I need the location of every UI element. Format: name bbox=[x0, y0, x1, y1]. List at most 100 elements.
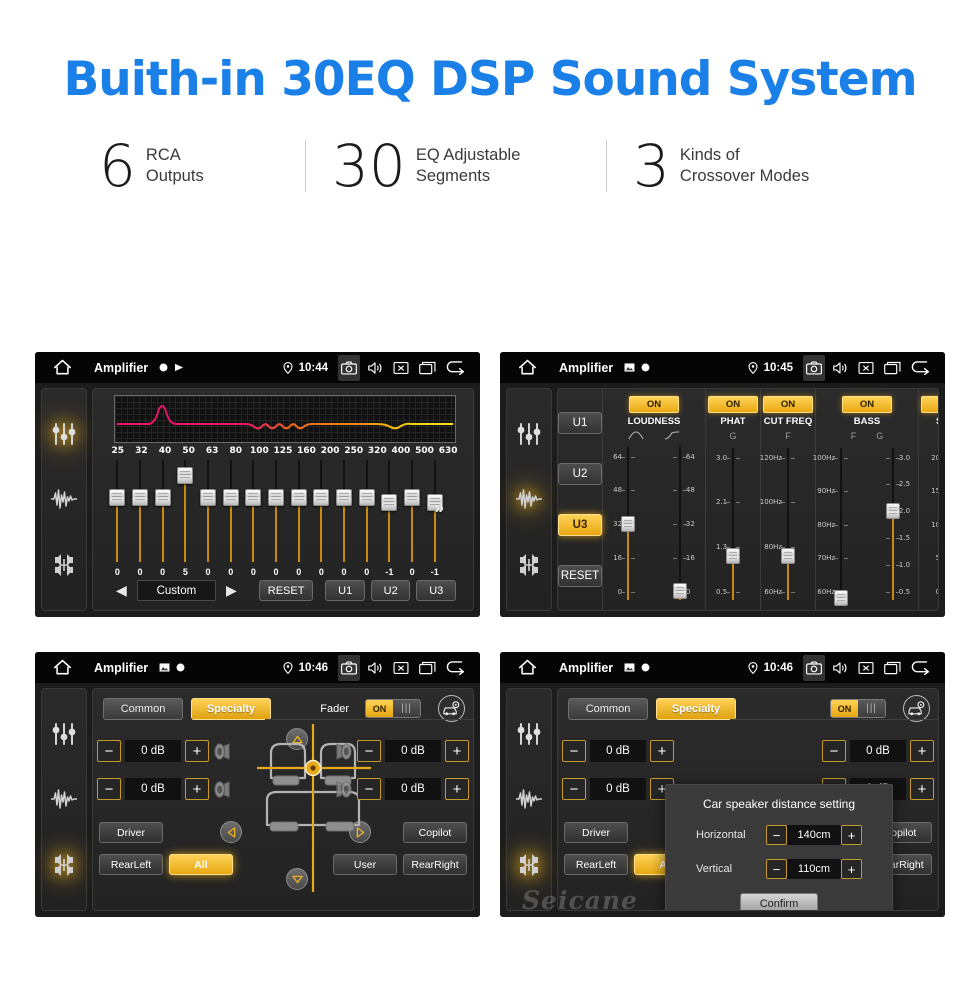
crossover-slider-knob[interactable] bbox=[886, 503, 900, 520]
minus-button[interactable]: − bbox=[766, 859, 787, 879]
eq-band-knob[interactable] bbox=[268, 489, 285, 507]
eq-band-knob[interactable] bbox=[132, 489, 148, 507]
waveform-icon[interactable] bbox=[50, 488, 78, 510]
toggle-bass[interactable]: ON bbox=[842, 396, 892, 413]
crossover-slider[interactable]: 120Hz 100Hz 80Hz 60Hz bbox=[760, 444, 811, 604]
tab-specialty[interactable]: Specialty bbox=[191, 697, 271, 720]
crossover-slider[interactable]: 100Hz 90Hz 80Hz 70Hz 60Hz bbox=[813, 444, 864, 606]
plus-button[interactable]: + bbox=[910, 778, 934, 800]
preset-u2-button[interactable]: U2 bbox=[370, 580, 411, 601]
preset-u3-button[interactable]: U3 bbox=[416, 580, 456, 601]
camera-icon[interactable] bbox=[803, 354, 825, 381]
eq-band[interactable]: 0 bbox=[355, 458, 378, 577]
preset-prev-button[interactable]: ◀ bbox=[112, 582, 131, 599]
crossover-slider-knob[interactable] bbox=[781, 548, 795, 564]
eq-band-slider[interactable] bbox=[313, 458, 330, 564]
position-copilot-button[interactable]: Copilot bbox=[403, 822, 467, 843]
tab-common[interactable]: Common bbox=[103, 697, 183, 720]
balance-icon[interactable] bbox=[51, 553, 77, 577]
eq-band-slider[interactable] bbox=[290, 458, 307, 564]
plus-button[interactable]: + bbox=[445, 778, 469, 800]
plus-button[interactable]: + bbox=[841, 859, 862, 879]
fader-toggle[interactable]: ON ||| bbox=[830, 699, 886, 718]
preset-name[interactable]: Custom bbox=[136, 580, 216, 601]
toggle-loudness[interactable]: ON bbox=[629, 396, 679, 413]
camera-icon[interactable] bbox=[338, 654, 360, 681]
balance-icon[interactable] bbox=[51, 853, 77, 877]
eq-band-slider[interactable] bbox=[109, 458, 126, 564]
eq-band-knob[interactable] bbox=[313, 489, 330, 507]
preset-u2-button[interactable]: U2 bbox=[558, 462, 602, 485]
volume-icon[interactable] bbox=[364, 355, 386, 381]
crossover-slider-knob[interactable] bbox=[726, 548, 740, 564]
reset-button[interactable]: RESET bbox=[258, 580, 314, 601]
eq-icon[interactable] bbox=[516, 422, 542, 446]
back-icon[interactable] bbox=[442, 655, 468, 681]
volume-icon[interactable] bbox=[829, 355, 851, 381]
eq-band-knob[interactable] bbox=[336, 489, 353, 507]
minus-button[interactable]: − bbox=[766, 825, 787, 845]
eq-band-slider[interactable] bbox=[132, 458, 148, 564]
preset-u1-button[interactable]: U1 bbox=[558, 411, 602, 434]
back-icon[interactable] bbox=[442, 355, 468, 381]
position-rearleft-button[interactable]: RearLeft bbox=[99, 854, 163, 875]
recents-icon[interactable] bbox=[881, 655, 903, 681]
eq-band[interactable]: 5 bbox=[174, 458, 197, 577]
eq-icon[interactable] bbox=[51, 422, 77, 446]
eq-band-knob[interactable] bbox=[404, 489, 421, 507]
eq-band-slider[interactable] bbox=[381, 458, 398, 564]
home-icon[interactable] bbox=[53, 659, 72, 676]
home-icon[interactable] bbox=[518, 659, 537, 676]
toggle-sub[interactable]: ON bbox=[921, 396, 938, 413]
minus-button[interactable]: − bbox=[562, 778, 586, 800]
eq-band-slider[interactable] bbox=[222, 458, 239, 564]
plus-button[interactable]: + bbox=[841, 825, 862, 845]
eq-band[interactable]: 0 bbox=[197, 458, 220, 577]
preset-u3-button[interactable]: U3 bbox=[558, 514, 602, 537]
fader-toggle[interactable]: ON ||| bbox=[365, 699, 421, 718]
car-settings-icon[interactable] bbox=[903, 695, 930, 722]
plus-button[interactable]: + bbox=[445, 740, 469, 762]
recents-icon[interactable] bbox=[416, 355, 438, 381]
crossover-slider[interactable]: 3.0 2.5 2.0 1.5 1.0 0.5 bbox=[870, 444, 916, 604]
eq-band-knob[interactable] bbox=[290, 489, 307, 507]
position-user-button[interactable]: User bbox=[333, 854, 397, 875]
eq-band-slider[interactable] bbox=[177, 458, 194, 564]
eq-band-knob[interactable] bbox=[358, 489, 375, 507]
eq-band[interactable]: 0 bbox=[151, 458, 174, 577]
plus-button[interactable]: + bbox=[910, 740, 934, 762]
position-driver-button[interactable]: Driver bbox=[564, 822, 628, 843]
eq-band-knob[interactable] bbox=[381, 493, 398, 511]
nav-left-button[interactable] bbox=[220, 821, 242, 843]
close-icon[interactable] bbox=[855, 355, 877, 381]
eq-band-slider[interactable] bbox=[200, 458, 217, 564]
toggle-cut-freq[interactable]: ON bbox=[763, 396, 813, 413]
position-driver-button[interactable]: Driver bbox=[99, 822, 163, 843]
car-settings-icon[interactable] bbox=[438, 695, 465, 722]
recents-icon[interactable] bbox=[416, 655, 438, 681]
volume-icon[interactable] bbox=[829, 655, 851, 681]
back-icon[interactable] bbox=[907, 655, 933, 681]
eq-band[interactable]: 0 bbox=[333, 458, 356, 577]
minus-button[interactable]: − bbox=[357, 740, 381, 762]
plus-button[interactable]: + bbox=[185, 740, 209, 762]
eq-band[interactable]: 0 bbox=[242, 458, 265, 577]
crossover-slider[interactable]: 3.0 2.1 1.3 0.5 bbox=[710, 444, 756, 604]
minus-button[interactable]: − bbox=[97, 778, 121, 800]
waveform-icon[interactable] bbox=[50, 788, 78, 810]
eq-band-slider[interactable] bbox=[245, 458, 262, 564]
reset-button[interactable]: RESET bbox=[558, 565, 602, 588]
position-all-button[interactable]: All bbox=[169, 854, 233, 875]
eq-band-slider[interactable] bbox=[358, 458, 375, 564]
volume-icon[interactable] bbox=[364, 655, 386, 681]
tab-specialty[interactable]: Specialty bbox=[656, 697, 736, 720]
home-icon[interactable] bbox=[518, 359, 537, 376]
eq-icon[interactable] bbox=[51, 722, 77, 746]
position-rearright-button[interactable]: RearRight bbox=[403, 854, 467, 875]
position-rearleft-button[interactable]: RearLeft bbox=[564, 854, 628, 875]
eq-band-slider[interactable] bbox=[404, 458, 421, 564]
camera-icon[interactable] bbox=[338, 354, 360, 381]
eq-band[interactable]: -1 bbox=[378, 458, 401, 577]
back-icon[interactable] bbox=[907, 355, 933, 381]
eq-icon[interactable] bbox=[516, 722, 542, 746]
